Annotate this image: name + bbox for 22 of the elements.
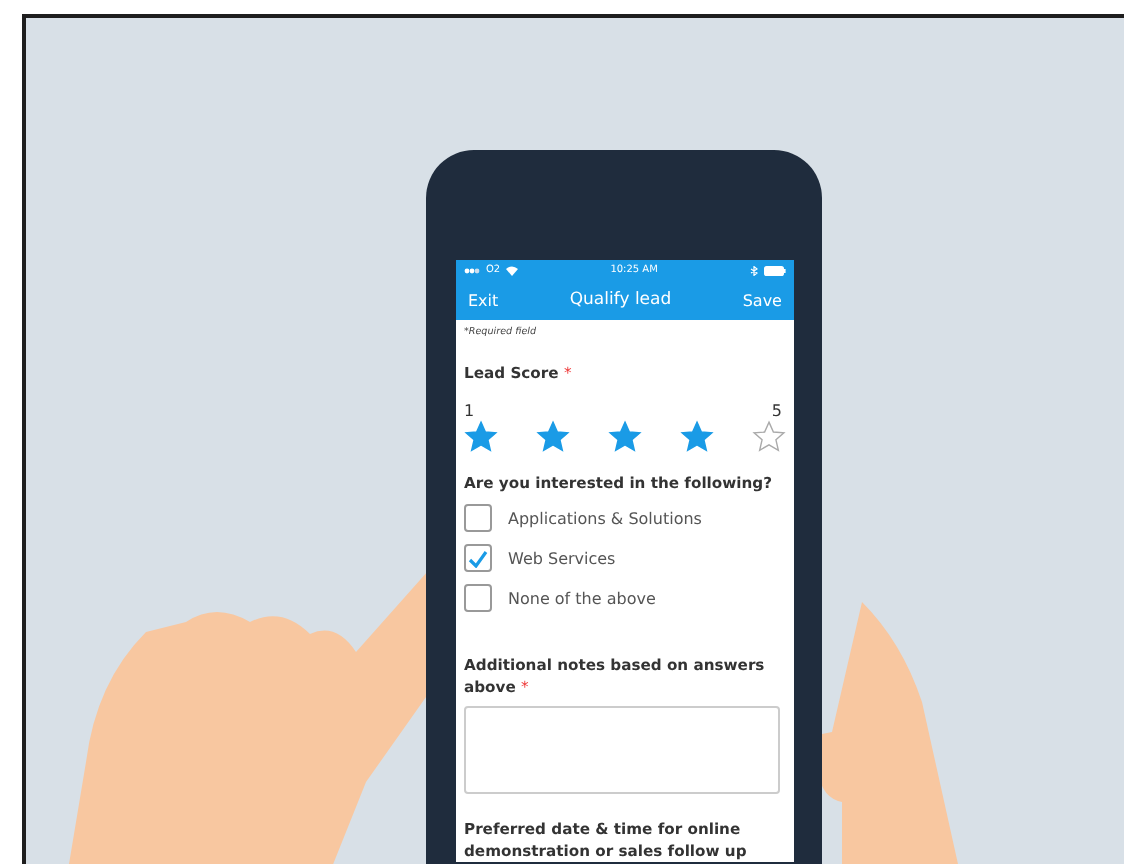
checkbox[interactable] bbox=[464, 584, 492, 612]
checkbox[interactable] bbox=[464, 504, 492, 532]
save-button[interactable]: Save bbox=[742, 291, 782, 309]
star-icon[interactable] bbox=[752, 420, 786, 454]
star-icon[interactable] bbox=[680, 420, 714, 454]
star-icon[interactable] bbox=[464, 420, 498, 454]
option-label: Applications & Solutions bbox=[508, 509, 702, 527]
option-label: Web Services bbox=[508, 549, 616, 567]
star-icon[interactable] bbox=[536, 420, 570, 454]
bluetooth-icon bbox=[749, 265, 758, 275]
checkbox[interactable] bbox=[464, 544, 492, 572]
notes-input-field[interactable] bbox=[464, 706, 780, 794]
battery-icon bbox=[763, 265, 786, 275]
scale-max-label: 5 bbox=[771, 402, 782, 420]
scale-min-label: 1 bbox=[464, 402, 475, 420]
checkmark-icon bbox=[468, 549, 488, 567]
option-label: None of the above bbox=[508, 589, 656, 607]
exit-button[interactable]: Exit bbox=[468, 291, 499, 309]
signal-icon bbox=[464, 267, 480, 273]
star-icon[interactable] bbox=[608, 420, 642, 454]
screen-title: Qualify lead bbox=[569, 290, 672, 310]
wifi-icon bbox=[506, 265, 519, 275]
